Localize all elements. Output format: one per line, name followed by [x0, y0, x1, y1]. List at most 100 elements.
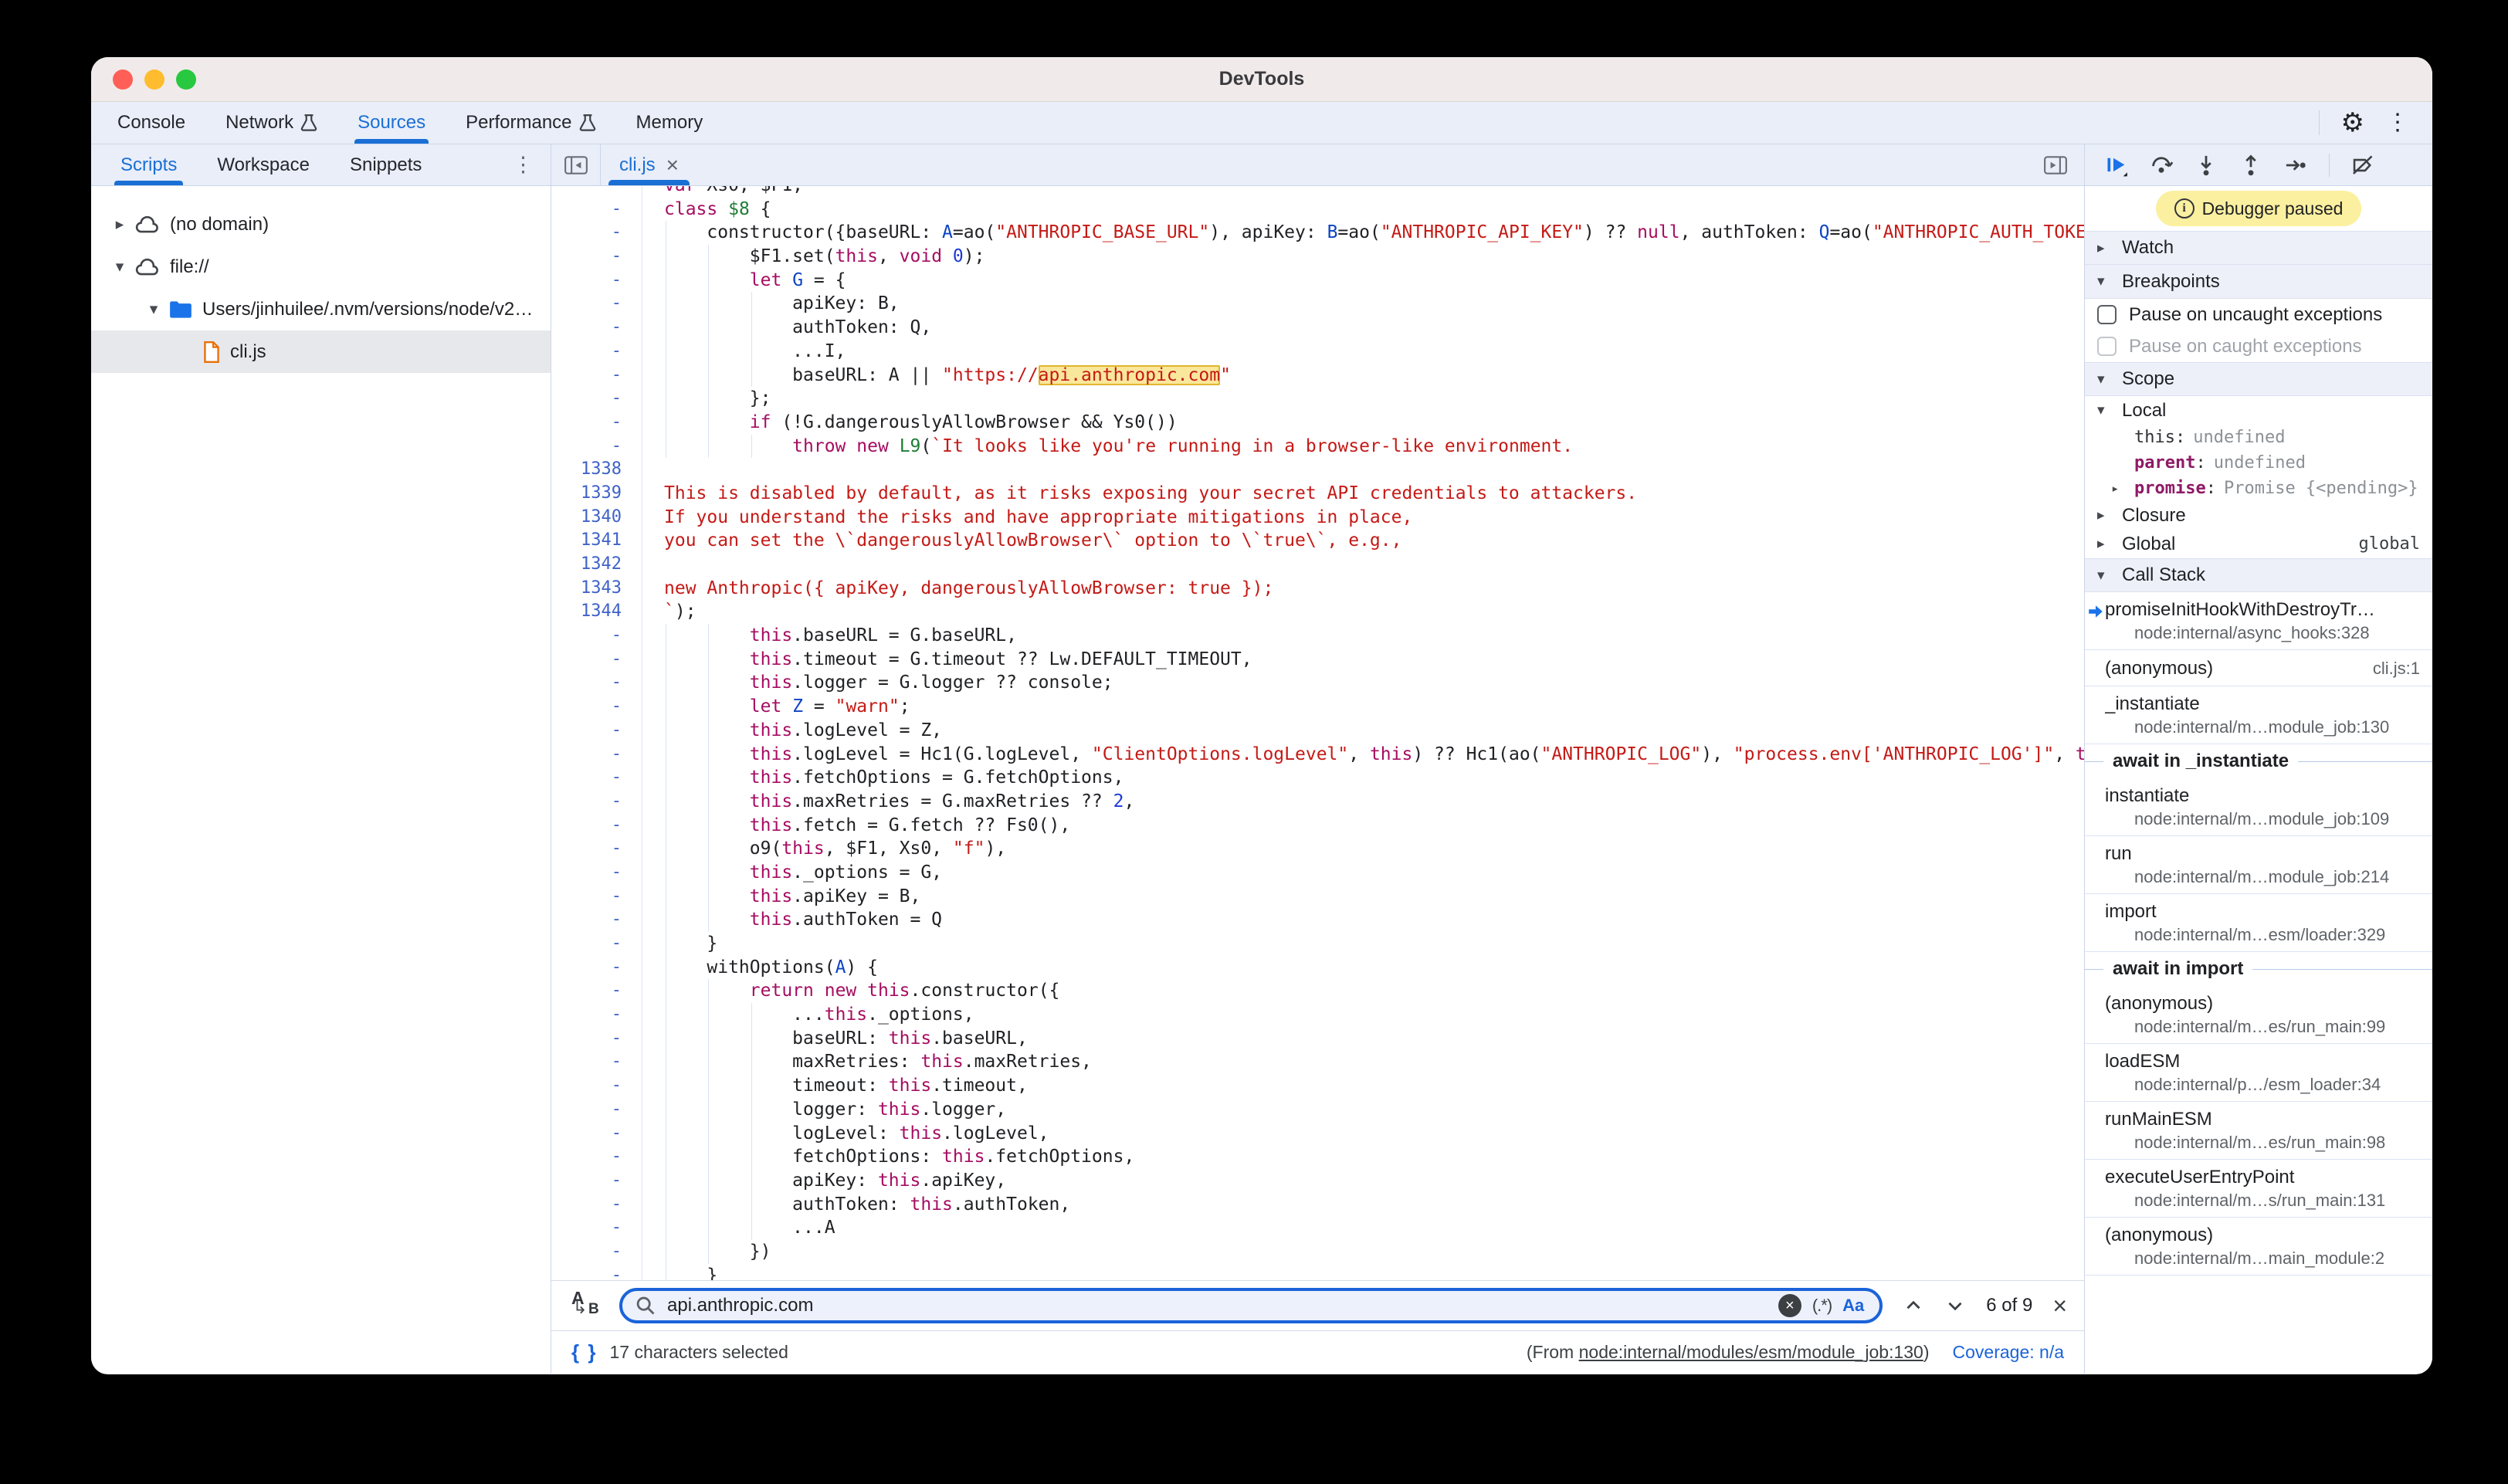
resume-script-icon[interactable]: [2105, 154, 2128, 177]
close-button[interactable]: [113, 69, 133, 90]
code-viewer[interactable]: var Xs0, $F1;-class $8 {- constructor({b…: [551, 186, 2084, 1280]
collapsed-line-marker[interactable]: -: [551, 245, 642, 269]
find-replace-icon[interactable]: A↳B: [568, 1288, 604, 1323]
tree-item-users-jinhuilee-nvm-versions-node-v2-[interactable]: ▾Users/jinhuilee/.nvm/versions/node/v2…: [91, 288, 551, 330]
close-find-icon[interactable]: ×: [2052, 1293, 2067, 1318]
collapsed-line-marker[interactable]: -: [551, 624, 642, 648]
collapsed-line-marker[interactable]: -: [551, 1240, 642, 1264]
regex-toggle[interactable]: (.*): [1812, 1296, 1832, 1316]
collapsed-line-marker[interactable]: -: [551, 956, 642, 980]
tab-close-icon[interactable]: ×: [666, 154, 679, 176]
stack-frame[interactable]: instantiatenode:internal/m…module_job:10…: [2085, 778, 2432, 836]
navigator-tab-scripts[interactable]: Scripts: [100, 144, 197, 185]
collapsed-line-marker[interactable]: -: [551, 387, 642, 411]
step-into-icon[interactable]: [2194, 154, 2218, 177]
breakpoints-section-header[interactable]: ▾ Breakpoints: [2085, 265, 2432, 299]
pause-uncaught-checkbox-row[interactable]: Pause on uncaught exceptions: [2085, 299, 2432, 330]
collapsed-line-marker[interactable]: -: [551, 1264, 642, 1280]
collapsed-line-marker[interactable]: -: [551, 1145, 642, 1169]
collapsed-line-marker[interactable]: -: [551, 1050, 642, 1074]
tree-item-cli-js[interactable]: cli.js: [91, 330, 551, 373]
collapsed-line-marker[interactable]: -: [551, 316, 642, 340]
collapsed-line-marker[interactable]: -: [551, 790, 642, 814]
tab-console[interactable]: Console: [97, 102, 205, 144]
hide-debugger-icon[interactable]: [2027, 144, 2084, 185]
zoom-button[interactable]: [176, 69, 196, 90]
disclosure-triangle[interactable]: ▾: [142, 300, 165, 319]
navigator-tab-workspace[interactable]: Workspace: [197, 144, 330, 185]
scope-closure[interactable]: ▸Closure: [2085, 501, 2432, 530]
tab-performance[interactable]: Performance: [446, 102, 615, 144]
stack-frame[interactable]: (anonymous)cli.js:1: [2085, 650, 2432, 686]
collapsed-line-marker[interactable]: -: [551, 1074, 642, 1098]
collapsed-line-marker[interactable]: -: [551, 1027, 642, 1051]
line-number[interactable]: 1339: [551, 482, 642, 506]
navigator-tab-snippets[interactable]: Snippets: [330, 144, 442, 185]
scope-prop-this[interactable]: this:undefined: [2085, 425, 2432, 450]
collapsed-line-marker[interactable]: -: [551, 671, 642, 695]
collapsed-line-marker[interactable]: -: [551, 932, 642, 956]
scope-section-header[interactable]: ▾ Scope: [2085, 362, 2432, 396]
line-number[interactable]: 1341: [551, 529, 642, 553]
disclosure-triangle[interactable]: ▸: [108, 215, 131, 234]
collapsed-line-marker[interactable]: -: [551, 1169, 642, 1193]
scope-local[interactable]: ▾Local: [2085, 396, 2432, 425]
chevron-right-icon[interactable]: ▸: [2111, 481, 2134, 496]
callstack-section-header[interactable]: ▾ Call Stack: [2085, 558, 2432, 592]
watch-section-header[interactable]: ▸ Watch: [2085, 231, 2432, 265]
collapsed-line-marker[interactable]: -: [551, 1193, 642, 1217]
collapsed-line-marker[interactable]: -: [551, 340, 642, 364]
collapsed-line-marker[interactable]: -: [551, 221, 642, 245]
collapsed-line-marker[interactable]: -: [551, 979, 642, 1003]
tab-sources[interactable]: Sources: [337, 102, 446, 144]
stack-frame[interactable]: promiseInitHookWithDestroyTr…node:intern…: [2085, 592, 2432, 650]
step-over-icon[interactable]: [2150, 154, 2173, 177]
hide-navigator-icon[interactable]: [551, 144, 601, 185]
tree-item--no-domain-[interactable]: ▸(no domain): [91, 203, 551, 246]
tree-item-file-[interactable]: ▾file://: [91, 246, 551, 288]
collapsed-line-marker[interactable]: -: [551, 1003, 642, 1027]
coverage-link[interactable]: Coverage: n/a: [1953, 1342, 2064, 1363]
pause-caught-checkbox-row[interactable]: Pause on caught exceptions: [2085, 330, 2432, 362]
stack-frame[interactable]: (anonymous)node:internal/m…es/run_main:9…: [2085, 986, 2432, 1044]
deactivate-breakpoints-icon[interactable]: [2351, 154, 2374, 177]
collapsed-line-marker[interactable]: -: [551, 292, 642, 316]
collapsed-line-marker[interactable]: -: [551, 695, 642, 719]
line-number[interactable]: 1340: [551, 506, 642, 530]
collapsed-line-marker[interactable]: -: [551, 837, 642, 861]
stack-frame[interactable]: loadESMnode:internal/p…/esm_loader:34: [2085, 1044, 2432, 1102]
match-case-toggle[interactable]: Aa: [1842, 1296, 1867, 1316]
collapsed-line-marker[interactable]: -: [551, 814, 642, 838]
collapsed-line-marker[interactable]: -: [551, 435, 642, 459]
stack-frame[interactable]: executeUserEntryPointnode:internal/m…s/r…: [2085, 1160, 2432, 1218]
collapsed-line-marker[interactable]: -: [551, 1122, 642, 1146]
collapsed-line-marker[interactable]: -: [551, 885, 642, 909]
collapsed-line-marker[interactable]: -: [551, 269, 642, 293]
disclosure-triangle[interactable]: ▾: [108, 257, 131, 276]
collapsed-line-marker[interactable]: -: [551, 364, 642, 388]
settings-gear-icon[interactable]: ⚙: [2341, 110, 2364, 136]
collapsed-line-marker[interactable]: -: [551, 908, 642, 932]
checkbox-unchecked[interactable]: [2097, 305, 2117, 324]
collapsed-line-marker[interactable]: -: [551, 198, 642, 222]
minimize-button[interactable]: [144, 69, 164, 90]
collapsed-line-marker[interactable]: -: [551, 1098, 642, 1122]
tab-network[interactable]: Network: [205, 102, 337, 144]
line-number[interactable]: 1338: [551, 458, 642, 482]
step-icon[interactable]: [2284, 154, 2307, 177]
line-number[interactable]: 1343: [551, 577, 642, 601]
stack-frame[interactable]: runMainESMnode:internal/m…es/run_main:98: [2085, 1102, 2432, 1160]
line-number[interactable]: 1342: [551, 553, 642, 577]
stack-frame[interactable]: runnode:internal/m…module_job:214: [2085, 836, 2432, 894]
scope-global[interactable]: ▸Globalglobal: [2085, 530, 2432, 558]
collapsed-line-marker[interactable]: -: [551, 719, 642, 743]
stack-frame[interactable]: (anonymous)node:internal/m…main_module:2: [2085, 1218, 2432, 1276]
scope-prop-promise[interactable]: ▸promise:Promise {<pending>}: [2085, 476, 2432, 501]
search-input[interactable]: [667, 1295, 1767, 1316]
line-number[interactable]: [551, 186, 642, 198]
scope-prop-parent[interactable]: parent:undefined: [2085, 450, 2432, 476]
collapsed-line-marker[interactable]: -: [551, 411, 642, 435]
step-out-icon[interactable]: [2239, 154, 2262, 177]
line-number[interactable]: 1344: [551, 600, 642, 624]
tab-memory[interactable]: Memory: [616, 102, 724, 144]
